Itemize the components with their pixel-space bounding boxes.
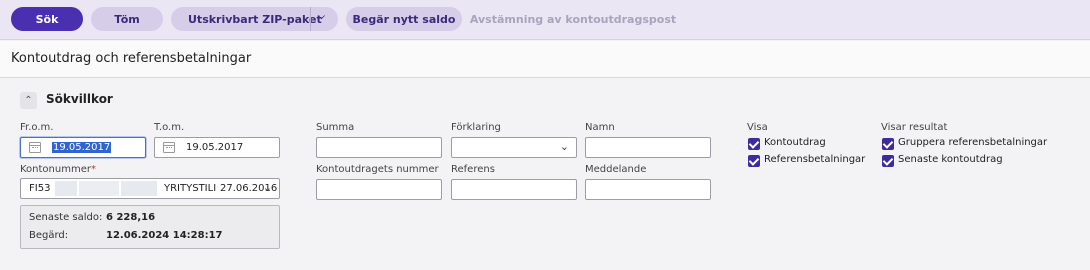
chevron-down-icon[interactable]: ⌄ (263, 181, 272, 194)
page-title: Kontoutdrag och referensbetalningar (11, 51, 252, 66)
masked-digits (79, 181, 119, 196)
statement-number-label: Kontoutdragets nummer (316, 164, 439, 175)
account-select[interactable]: FI53 YRITYSTILI 27.06.2016 ⌄ (20, 178, 280, 199)
zip-button[interactable]: Utskrivbart ZIP-paket (188, 13, 322, 26)
sum-input[interactable] (316, 137, 442, 158)
name-input[interactable] (585, 137, 711, 158)
statement-checkbox-label[interactable]: Kontoutdrag (764, 137, 826, 148)
masked-digits (55, 181, 77, 196)
reference-label: Referens (451, 164, 495, 175)
latest-balance-label: Senaste saldo: (29, 212, 103, 223)
account-label: Kontonummer* (20, 164, 96, 175)
search-button[interactable]: Sök (11, 7, 83, 31)
reference-input[interactable] (451, 179, 577, 200)
group-reference-payments-checkbox[interactable] (882, 138, 894, 150)
from-label: Fr.o.m. (20, 122, 54, 133)
clear-button[interactable]: Töm (91, 7, 163, 31)
statement-number-input[interactable] (316, 179, 442, 200)
group-reference-payments-label[interactable]: Gruppera referensbetalningar (898, 137, 1047, 148)
masked-digits (121, 181, 157, 196)
message-label: Meddelande (585, 164, 647, 175)
latest-balance-value: 6 228,16 (106, 212, 156, 223)
section-title: Sökvillkor (46, 92, 113, 106)
show-title: Visa (747, 122, 768, 133)
reference-payments-checkbox[interactable] (748, 155, 760, 167)
title-bar: Kontoutdrag och referensbetalningar (0, 41, 1090, 78)
account-prefix: FI53 (29, 183, 51, 194)
account-name: YRITYSTILI (164, 183, 217, 194)
to-date-field[interactable]: 19.05.2017 (154, 137, 280, 158)
split-divider (310, 7, 311, 31)
latest-statement-checkbox[interactable] (882, 155, 894, 167)
results-title: Visar resultat (881, 122, 948, 133)
from-date-field[interactable]: 19.05.2017 (20, 137, 146, 158)
sum-label: Summa (316, 122, 355, 133)
from-date-value: 19.05.2017 (52, 142, 112, 153)
latest-statement-label[interactable]: Senaste kontoutdrag (898, 154, 1003, 165)
reference-payments-checkbox-label[interactable]: Referensbetalningar (764, 154, 865, 165)
message-input[interactable] (585, 179, 711, 200)
requested-value: 12.06.2024 14:28:17 (106, 230, 223, 241)
reconcile-button[interactable]: Avstämning av kontoutdragspost (470, 7, 676, 31)
balance-info: Senaste saldo: 6 228,16 Begärd: 12.06.20… (20, 205, 280, 249)
explanation-select[interactable]: ⌄ (451, 137, 577, 158)
to-label: T.o.m. (154, 122, 185, 133)
statement-checkbox[interactable] (748, 138, 760, 150)
chevron-down-icon[interactable]: ⌄ (560, 140, 569, 153)
calendar-icon[interactable] (29, 142, 41, 153)
request-balance-button[interactable]: Begär nytt saldo (346, 7, 462, 31)
chevron-down-icon[interactable]: ⌵ (318, 12, 325, 22)
calendar-icon[interactable] (163, 142, 175, 153)
name-label: Namn (585, 122, 615, 133)
requested-label: Begärd: (29, 230, 69, 241)
explanation-label: Förklaring (451, 122, 501, 133)
to-date-value: 19.05.2017 (186, 142, 244, 153)
chevron-up-icon[interactable]: ⌃ (20, 92, 37, 109)
zip-split-button: Utskrivbart ZIP-paket ⌵ (171, 7, 338, 31)
toolbar: Sök Töm Utskrivbart ZIP-paket ⌵ Begär ny… (0, 0, 1090, 40)
